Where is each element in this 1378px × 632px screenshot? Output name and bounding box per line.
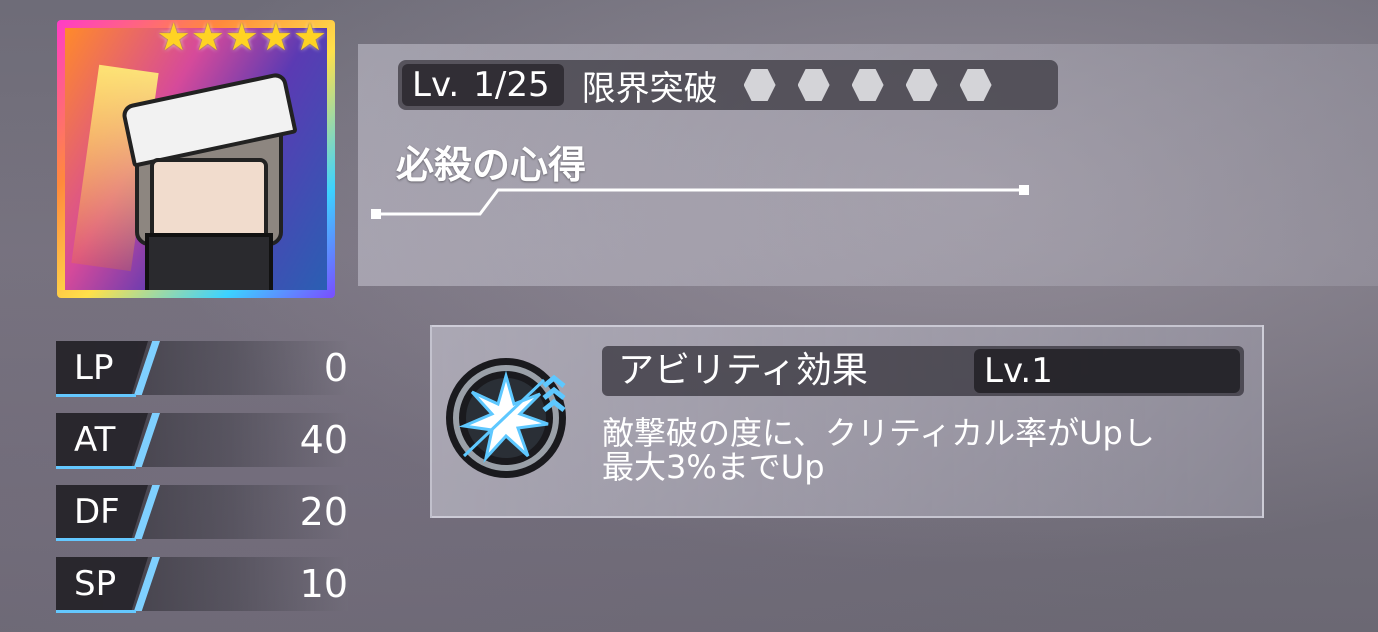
stat-row-df: DF 20	[56, 485, 348, 541]
stat-row-sp: SP 10	[56, 557, 348, 613]
limit-break-slot-icon	[797, 69, 830, 101]
ability-description: 敵撃破の度に、クリティカル率がUpし 最大3%までUp	[602, 416, 1242, 484]
stat-underline	[56, 538, 136, 541]
ability-level: Lv.1	[974, 349, 1240, 393]
ability-description-line: 最大3%までUp	[602, 448, 825, 486]
limit-break-slot-icon	[743, 69, 776, 101]
stat-row-at: AT 40	[56, 413, 348, 469]
ability-description-line: 敵撃破の度に、クリティカル率がUpし	[602, 414, 1155, 452]
level-value: 1/25	[473, 65, 550, 105]
ability-title: アビリティ効果	[618, 350, 868, 391]
stat-value: 20	[299, 490, 348, 534]
stat-value: 10	[299, 562, 348, 606]
stat-value: 40	[299, 418, 348, 462]
rarity-stars: ★★★★★	[156, 15, 327, 59]
stat-value: 0	[323, 346, 348, 390]
critical-burst-icon[interactable]	[444, 346, 568, 492]
limit-break-label: 限界突破	[581, 68, 718, 109]
limit-break-slots	[743, 68, 992, 102]
stat-underline	[56, 610, 136, 613]
character-portrait[interactable]: ★★★★★	[57, 15, 335, 298]
level-bar: Lv. 1/25 限界突破	[398, 60, 1058, 110]
stat-underline	[56, 466, 136, 469]
stat-underline	[56, 394, 136, 397]
limit-break-slot-icon	[851, 69, 884, 101]
stat-row-lp: LP 0	[56, 341, 348, 397]
character-art	[65, 28, 327, 290]
limit-break-slot-icon	[959, 69, 992, 101]
limit-break-slot-icon	[905, 69, 938, 101]
level-label: Lv.	[412, 65, 460, 105]
level-box: Lv. 1/25	[402, 64, 564, 106]
character-body	[145, 233, 273, 290]
skill-underline	[371, 185, 1029, 219]
